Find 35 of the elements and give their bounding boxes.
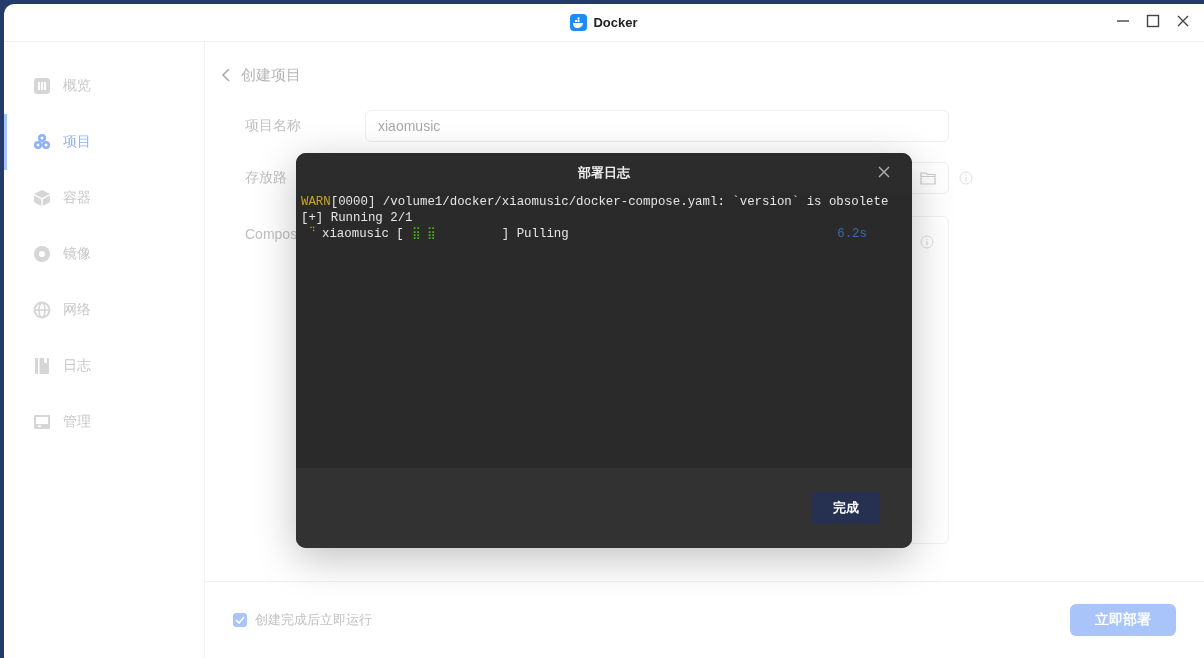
done-button[interactable]: 完成 [812, 492, 880, 524]
spinner-icon: ⠙ [309, 226, 316, 238]
info-icon[interactable] [920, 235, 934, 249]
checkbox[interactable] [233, 613, 247, 627]
close-icon[interactable] [878, 166, 890, 178]
elapsed-time: 6.2s [837, 226, 867, 242]
input-field[interactable]: xiaomusic [365, 110, 949, 142]
log-text: xiaomusic [ [322, 226, 404, 242]
field-label: 项目名称 [245, 117, 301, 133]
overview-icon [33, 77, 51, 95]
log-text: [+] Running 2/1 [301, 210, 413, 226]
folder-icon[interactable] [920, 171, 936, 185]
checkbox-label: 创建完成后立即运行 [255, 611, 372, 629]
field-label: 存放路 [245, 169, 287, 185]
log-text: ] Pulling [501, 226, 569, 242]
deploy-button[interactable]: 立即部署 [1070, 604, 1176, 636]
info-icon[interactable] [959, 171, 973, 185]
log-warning-tag: WARN [301, 194, 331, 210]
close-icon[interactable] [1176, 14, 1190, 28]
network-icon [33, 301, 51, 319]
dialog-title: 部署日志 [578, 164, 630, 182]
project-icon [33, 133, 51, 151]
back-chevron-icon[interactable] [221, 68, 231, 82]
sidebar-item[interactable]: 项目 [4, 114, 204, 170]
maximize-icon[interactable] [1146, 14, 1160, 28]
manage-icon [33, 413, 51, 431]
progress-blocks: ⣿⣿ [411, 226, 494, 242]
whale-logo-icon [570, 14, 588, 31]
log-text: [0000] /volume1/docker/xiaomusic/docker-compose.yaml: `version` is obsolete [330, 194, 889, 210]
container-icon [33, 189, 51, 207]
field-label: Compos [245, 226, 298, 242]
page-title: 创建项目 [241, 65, 301, 85]
log-icon [33, 357, 51, 375]
image-icon [33, 245, 51, 263]
window-title: Docker [593, 15, 638, 30]
